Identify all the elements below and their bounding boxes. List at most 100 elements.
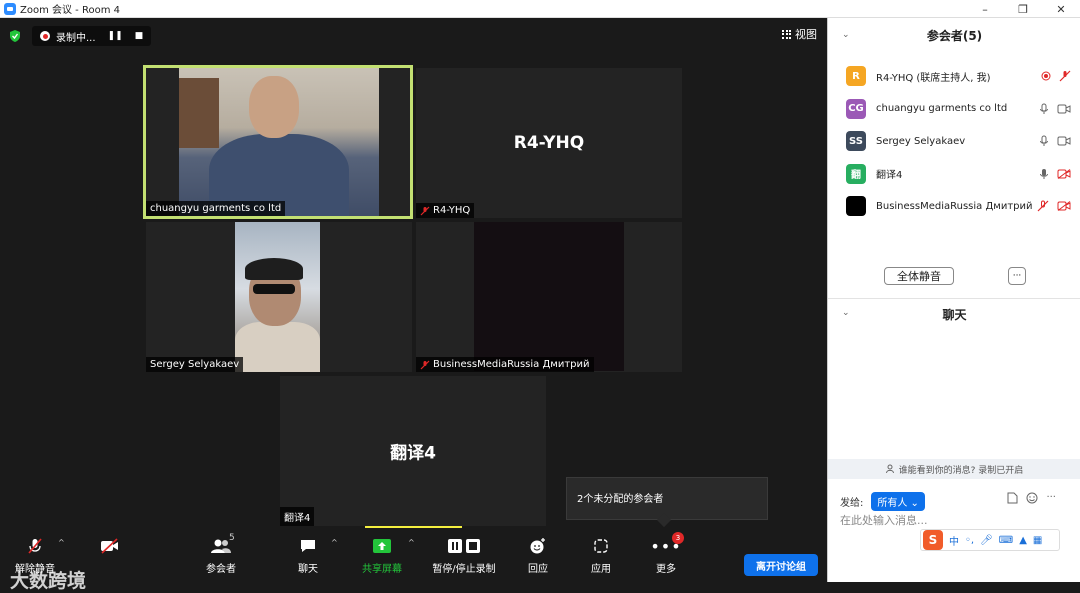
reactions-icon [530,538,545,554]
minimize-button[interactable]: – [966,0,1004,18]
tile-name-label: Sergey Selyakaev [146,357,244,372]
avatar: R [846,66,866,87]
participants-button[interactable]: 5 参会者 [191,533,251,575]
participants-count: 5 [229,533,235,543]
view-label: 视图 [795,28,817,41]
stop-recording-icon[interactable]: ■ [135,31,144,41]
participant-row[interactable]: R R4-YHQ (联席主持人, 我) [828,60,1080,93]
view-button[interactable]: 视图 [782,26,817,42]
panel-divider [828,298,1080,299]
video-tile-r4-yhq[interactable]: R4-YHQ R4-YHQ [416,68,682,218]
record-dot-icon [40,31,50,41]
chat-input[interactable]: 在此处输入消息... [840,512,928,528]
sogou-ime-icon[interactable]: S [923,530,943,550]
share-screen-label: 共享屏幕 [362,564,402,575]
muted-mic-icon [1059,70,1071,82]
emoji-icon[interactable] [1026,492,1038,504]
participant-row[interactable]: CG chuangyu garments co ltd [828,93,1080,126]
close-window-button[interactable]: ✕ [1042,0,1080,18]
chat-icon [301,540,315,552]
tile-big-name: 翻译4 [390,443,436,464]
more-badge: 3 [672,532,684,544]
share-screen-icon [373,539,391,553]
recording-indicator: 录制中... ❚❚ ■ [32,26,152,46]
avatar: CG [846,98,866,119]
avatar: SS [846,131,866,152]
who-can-see-banner[interactable]: 谁能看到你的消息? 录制已开启 [828,459,1080,479]
share-screen-button[interactable]: 共享屏幕 [352,536,412,575]
meeting-toolbar: 解除静音 ^ 5 参会者 聊天 ^ 共享屏幕 ^ 暂停/停止录制 回应 应用 •… [0,528,827,582]
watermark: 大数跨境 [10,570,87,592]
video-icon [1057,104,1071,114]
participant-name: Sergey Selyakaev [876,135,966,147]
chat-options-caret-icon[interactable]: ^ [331,538,338,547]
pause-recording-icon[interactable]: ❚❚ [108,31,123,41]
mic-icon [1040,168,1048,179]
chat-panel-title: 聊天 [942,308,967,322]
keyboard-icon[interactable]: ⌨ [999,535,1013,546]
share-options-caret-icon[interactable]: ^ [408,538,415,547]
tile-name-label: 翻译4 [280,507,315,526]
meeting-topbar: 录制中... ❚❚ ■ [8,26,152,46]
video-tile-sergey[interactable]: Sergey Selyakaev [146,222,412,372]
ime-mode-label[interactable]: 中 [949,533,959,548]
participant-row[interactable]: SS Sergey Selyakaev [828,125,1080,158]
chat-button[interactable]: 聊天 [278,536,338,575]
window-controls: – ❐ ✕ [966,0,1080,18]
window-title: Zoom 会议 - Room 4 [20,5,120,16]
video-tile-chuangyu[interactable]: chuangyu garments co ltd [143,65,413,219]
apps-icon [594,539,608,553]
participants-more-button[interactable]: ··· [1008,267,1026,285]
window-titlebar: Zoom 会议 - Room 4 – ❐ ✕ [0,0,1080,18]
participant-list: R R4-YHQ (联席主持人, 我) CG chuangyu garments… [828,60,1080,223]
participant-name: R4-YHQ (联席主持人, 我) [876,72,991,84]
start-video-button[interactable] [80,536,140,560]
tile-name-label: BusinessMediaRussia Дмитрий [416,357,594,372]
voice-input-icon[interactable]: 🎤︎ [980,535,993,546]
avatar: 翻 [846,163,866,184]
participant-video [179,68,379,216]
muted-mic-icon [1037,200,1049,212]
participant-name: BusinessMediaRussia Дмитрий [876,200,1033,212]
send-to-select[interactable]: 所有人 ⌄ [871,492,925,511]
shield-icon[interactable] [8,29,22,43]
zoom-logo-icon [4,2,16,15]
participants-panel-title: 参会者(5) [926,29,983,43]
tile-name-label: chuangyu garments co ltd [146,201,286,216]
reactions-label: 回应 [528,564,548,575]
maximize-button[interactable]: ❐ [1004,0,1042,18]
file-icon[interactable] [1007,492,1018,504]
participant-video [235,222,320,372]
participant-row[interactable]: BusinessMediaRussia Дмитрий [828,190,1080,223]
toolbox-icon[interactable]: ▦ [1033,535,1042,546]
tile-name-label: R4-YHQ [416,203,475,218]
person-icon [885,464,894,474]
grid-view-icon [782,29,791,39]
skin-icon[interactable]: ▲ [1019,535,1027,546]
punctuation-icon[interactable]: ◦, [965,535,974,546]
video-off-icon [1057,201,1071,212]
participant-name: chuangyu garments co ltd [876,103,1008,115]
chat-more-icon[interactable]: ··· [1046,492,1056,504]
video-tile-businessmedia[interactable]: BusinessMediaRussia Дмитрий [416,222,682,372]
video-tile-translator[interactable]: 翻译4 翻译4 [280,376,546,526]
participant-row[interactable]: 翻 翻译4 [828,158,1080,191]
apps-button[interactable]: 应用 [571,536,631,575]
muted-mic-icon [28,538,42,554]
video-off-icon [101,538,118,554]
leave-breakout-button[interactable]: 离开讨论组 [744,554,818,576]
unassigned-participants-popup[interactable]: 2个未分配的参会者 [566,477,768,520]
audio-options-caret-icon[interactable]: ^ [58,538,65,547]
pause-stop-recording-button[interactable]: 暂停/停止录制 [428,536,500,575]
more-button[interactable]: ••• 3 更多 [636,532,696,575]
meeting-stage: 录制中... ❚❚ ■ 视图 chuangyu garments co ltd … [0,18,827,592]
mute-all-button[interactable]: 全体静音 [884,267,954,285]
pause-stop-icon [448,539,480,553]
pause-stop-label: 暂停/停止录制 [432,564,496,575]
recording-icon [1041,71,1051,81]
video-icon [1057,136,1071,146]
participant-video [474,222,624,371]
more-label: 更多 [656,564,676,575]
muted-mic-icon [420,206,430,215]
reactions-button[interactable]: 回应 [508,536,568,575]
